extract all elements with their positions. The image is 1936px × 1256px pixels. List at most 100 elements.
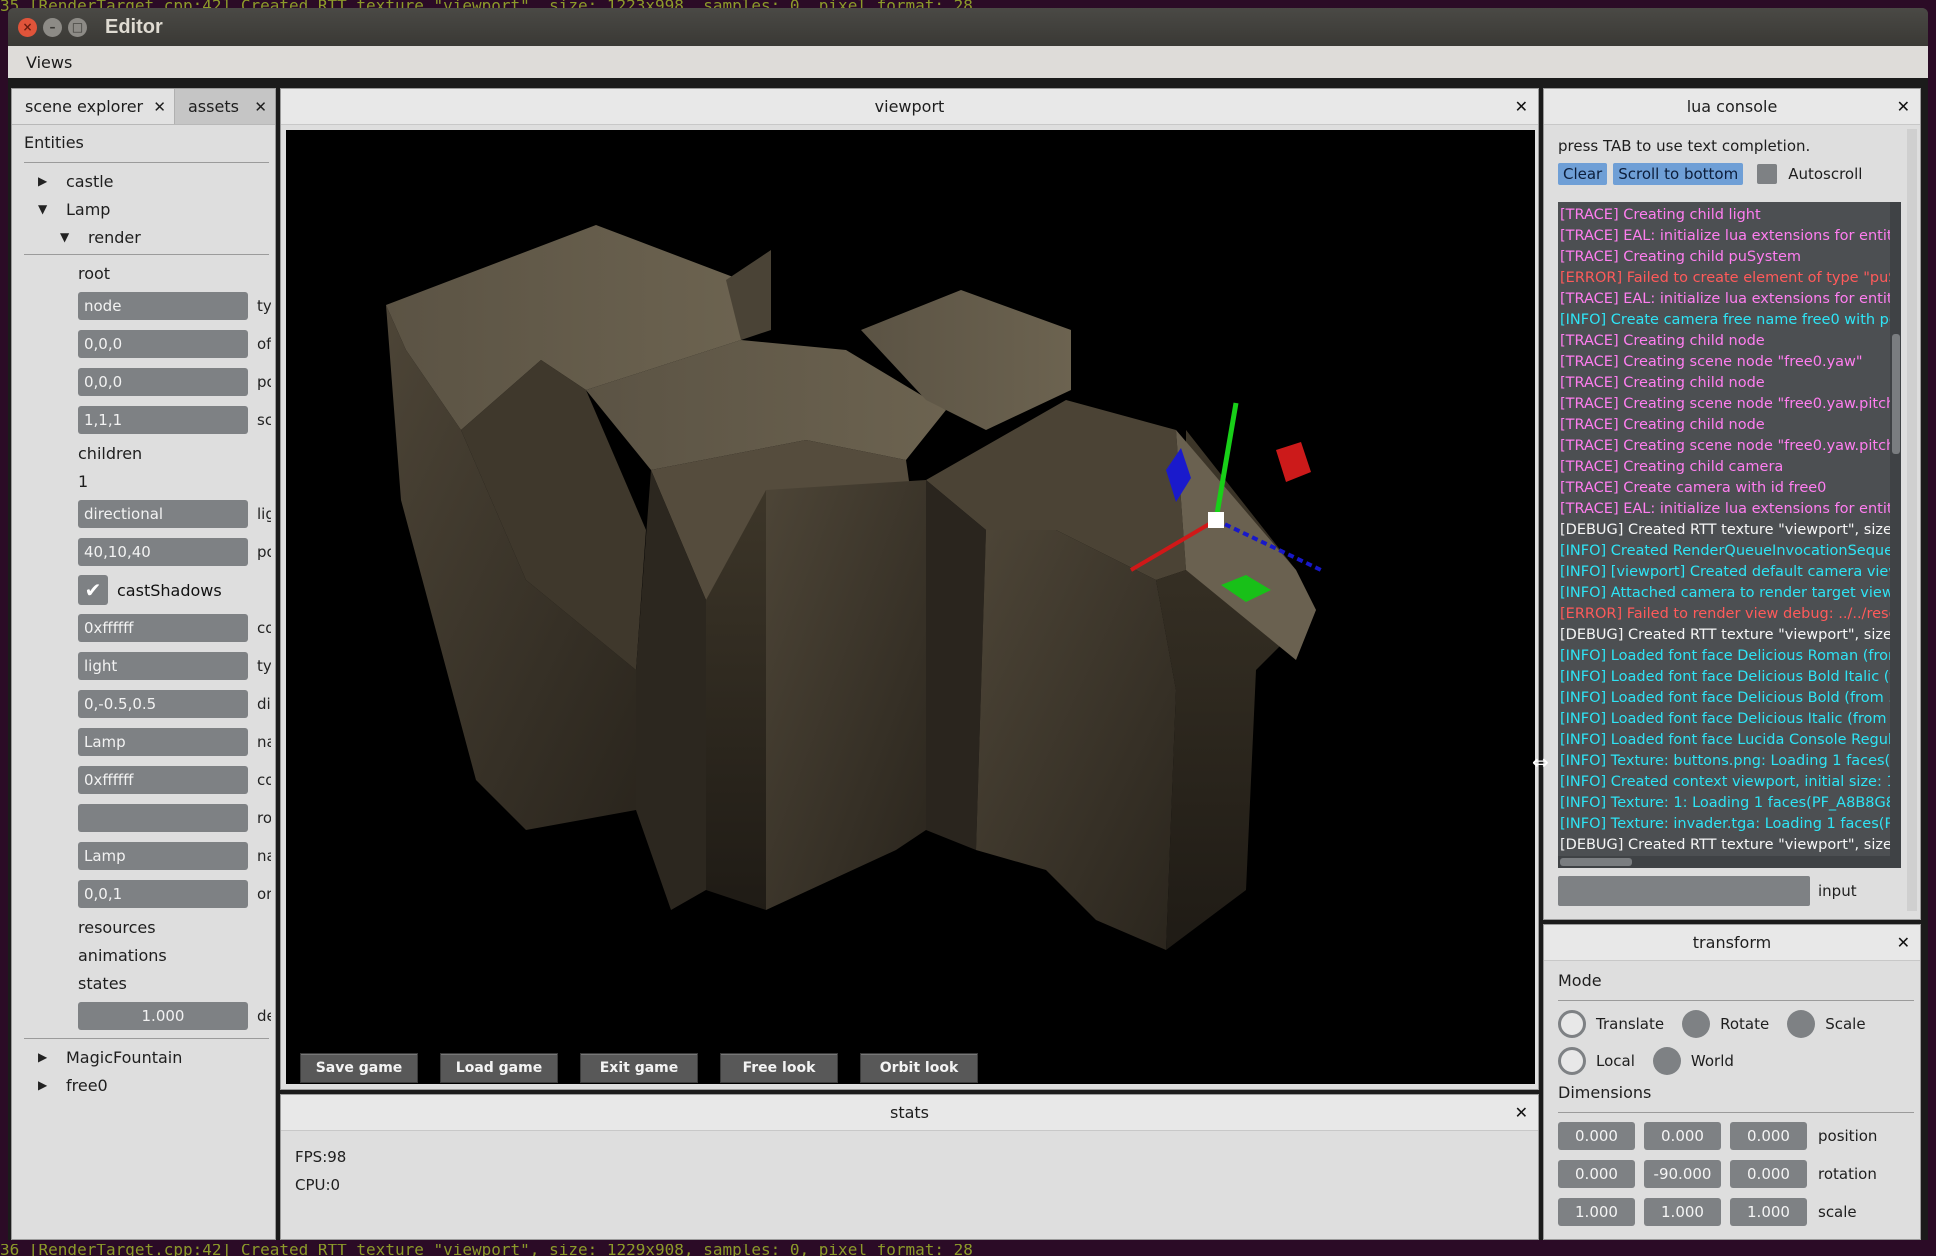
gizmo-x-axis[interactable]	[1129, 518, 1218, 572]
states-value-field[interactable]: 1.000	[78, 1002, 248, 1030]
window-close-button[interactable]: ×	[18, 17, 37, 37]
exit-game-button[interactable]: Exit game	[580, 1053, 698, 1083]
close-icon[interactable]: ✕	[1897, 933, 1910, 952]
rotation-x-field[interactable]: 0.000	[1558, 1160, 1635, 1188]
property-field[interactable]: 0,0,0	[78, 330, 248, 358]
console-log[interactable]: [TRACE] Creating child light [TRACE] EAL:…	[1558, 202, 1901, 868]
property-field[interactable]: 0xffffff	[78, 614, 248, 642]
cast-shadows-checkbox[interactable]: ✔	[78, 575, 108, 605]
divider	[24, 254, 269, 255]
tree-item-castle[interactable]: ▶ castle	[24, 167, 275, 195]
property-label: po	[257, 373, 271, 391]
log-line: [TRACE] Creating child light	[1560, 207, 1761, 223]
property-label: of	[257, 335, 271, 353]
scrollbar-thumb[interactable]	[1892, 334, 1900, 454]
close-icon[interactable]: ✕	[153, 98, 166, 116]
window-maximize-button[interactable]: □	[68, 17, 87, 37]
property-field[interactable]: directional	[78, 500, 248, 528]
property-label: co	[257, 771, 271, 789]
close-icon[interactable]: ✕	[1515, 97, 1528, 116]
rotate-radio[interactable]	[1682, 1009, 1711, 1038]
position-label: position	[1818, 1127, 1878, 1145]
load-game-button[interactable]: Load game	[440, 1053, 558, 1083]
tree-item-label: free0	[66, 1075, 108, 1095]
property-field[interactable]: 1,1,1	[78, 406, 248, 434]
console-input[interactable]	[1558, 876, 1810, 906]
triangle-down-icon[interactable]: ▼	[38, 202, 52, 216]
rotation-z-field[interactable]: 0.000	[1730, 1160, 1807, 1188]
gizmo-plane-handle[interactable]	[1276, 442, 1311, 482]
tab-assets[interactable]: assets ✕	[174, 89, 275, 124]
scale-x-field[interactable]: 1.000	[1558, 1198, 1635, 1226]
triangle-right-icon[interactable]: ▶	[38, 174, 52, 188]
divider	[1558, 1112, 1914, 1113]
scrollbar-thumb[interactable]	[1560, 858, 1632, 866]
triangle-right-icon[interactable]: ▶	[38, 1078, 52, 1092]
transform-gizmo[interactable]	[286, 130, 1535, 1084]
gizmo-center-handle[interactable]	[1208, 512, 1224, 528]
tree-item-render[interactable]: ▼ render	[24, 223, 275, 251]
property-field[interactable]: node	[78, 292, 248, 320]
translate-radio[interactable]	[1558, 1009, 1586, 1038]
autoscroll-label: Autoscroll	[1788, 165, 1863, 183]
property-row: Lamp na	[24, 723, 275, 761]
close-icon[interactable]: ✕	[254, 98, 267, 116]
property-field[interactable]: Lamp	[78, 842, 248, 870]
gizmo-plane-handle[interactable]	[1221, 575, 1271, 602]
rotate-label: Rotate	[1720, 1014, 1770, 1033]
tree-item-lamp[interactable]: ▼ Lamp	[24, 195, 275, 223]
property-field[interactable]: 0xffffff	[78, 766, 248, 794]
property-row: 0xffffff co	[24, 609, 275, 647]
tab-scene-explorer[interactable]: scene explorer ✕	[12, 89, 174, 124]
log-horizontal-scrollbar[interactable]	[1558, 856, 1901, 868]
divider	[24, 1038, 269, 1039]
rotation-y-field[interactable]: -90.000	[1644, 1160, 1721, 1188]
clear-button[interactable]: Clear	[1558, 163, 1608, 185]
scale-z-field[interactable]: 1.000	[1730, 1198, 1807, 1226]
save-game-button[interactable]: Save game	[300, 1053, 418, 1083]
gizmo-z-axis[interactable]	[1215, 518, 1322, 572]
menu-views[interactable]: Views	[26, 53, 72, 72]
position-x-field[interactable]: 0.000	[1558, 1122, 1635, 1150]
window-minimize-button[interactable]: –	[43, 17, 62, 37]
orbit-look-button[interactable]: Orbit look	[860, 1053, 978, 1083]
scale-radio[interactable]	[1787, 1009, 1816, 1038]
tree-item-free0[interactable]: ▶ free0	[24, 1071, 275, 1099]
gizmo-plane-handle[interactable]	[1166, 448, 1191, 502]
property-field[interactable]: 0,-0.5,0.5	[78, 690, 248, 718]
gizmo-y-axis[interactable]	[1213, 402, 1239, 521]
local-radio[interactable]	[1558, 1046, 1586, 1075]
translate-label: Translate	[1596, 1014, 1665, 1033]
tab-label: assets	[188, 97, 239, 116]
triangle-down-icon[interactable]: ▼	[60, 230, 74, 244]
scale-y-field[interactable]: 1.000	[1644, 1198, 1721, 1226]
console-panel-scrollbar[interactable]	[1907, 129, 1917, 911]
position-y-field[interactable]: 0.000	[1644, 1122, 1721, 1150]
scroll-to-bottom-button[interactable]: Scroll to bottom	[1613, 163, 1744, 185]
close-icon[interactable]: ✕	[1897, 97, 1910, 116]
children-label: children	[78, 443, 143, 463]
close-icon[interactable]: ✕	[1515, 1103, 1528, 1122]
property-field[interactable]: 0,0,1	[78, 880, 248, 908]
viewport-canvas[interactable]: Save game Load game Exit game Free look …	[286, 130, 1535, 1084]
property-field[interactable]	[78, 804, 248, 832]
property-field[interactable]: Lamp	[78, 728, 248, 756]
position-z-field[interactable]: 0.000	[1730, 1122, 1807, 1150]
property-row: 1,1,1 sc	[24, 401, 275, 439]
panel-title: transform	[1692, 933, 1772, 952]
children-count: 1	[78, 471, 89, 491]
log-vertical-scrollbar[interactable]	[1890, 202, 1901, 856]
property-label: co	[257, 619, 271, 637]
property-row: 0,0,0 po	[24, 363, 275, 401]
property-field[interactable]: 0,0,0	[78, 368, 248, 396]
log-line: [ERROR] Failed to create element of type…	[1560, 270, 1901, 286]
resources-label: resources	[78, 917, 156, 937]
tree-item-magicfountain[interactable]: ▶ MagicFountain	[24, 1043, 275, 1071]
tree-item-label: render	[88, 227, 141, 247]
triangle-right-icon[interactable]: ▶	[38, 1050, 52, 1064]
world-radio[interactable]	[1652, 1046, 1681, 1075]
free-look-button[interactable]: Free look	[720, 1053, 838, 1083]
property-field[interactable]: 40,10,40	[78, 538, 248, 566]
autoscroll-checkbox[interactable]	[1757, 164, 1778, 184]
property-field[interactable]: light	[78, 652, 248, 680]
